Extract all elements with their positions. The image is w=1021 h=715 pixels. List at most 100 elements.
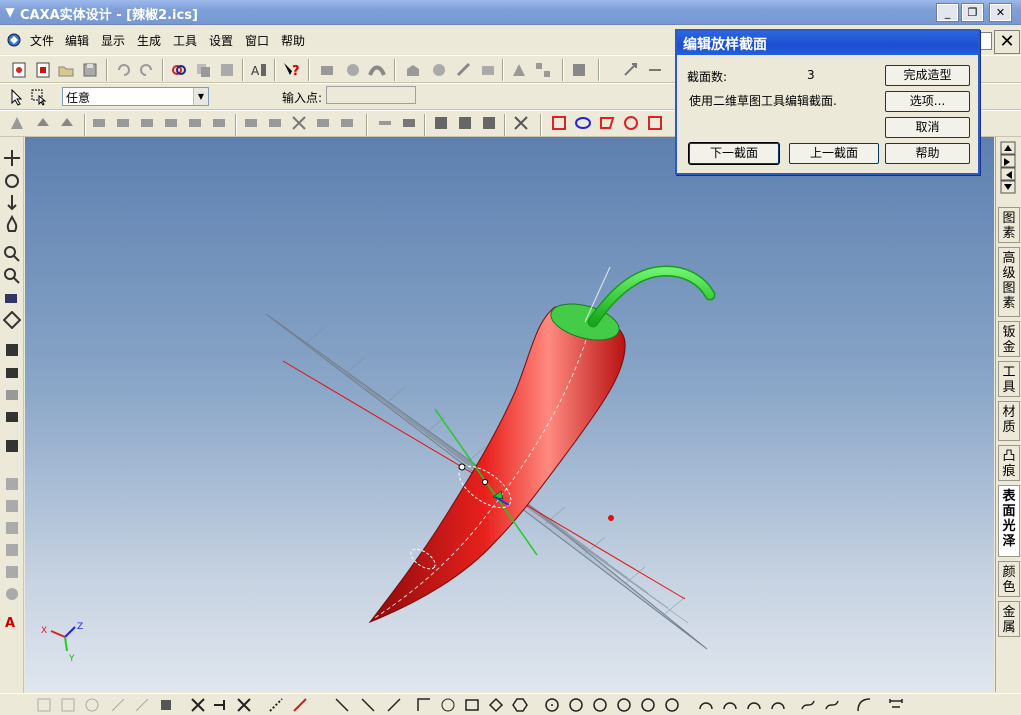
constraint-1-icon[interactable] [268, 697, 284, 713]
save-icon[interactable] [81, 61, 99, 79]
polyline-icon[interactable] [416, 697, 432, 713]
circle-3pt-icon[interactable] [592, 697, 608, 713]
menu-generate[interactable]: 生成 [137, 32, 161, 49]
move-icon[interactable] [622, 61, 640, 79]
arc-3-icon[interactable] [746, 697, 762, 713]
feature-20-icon[interactable] [512, 114, 530, 132]
shape-1-icon[interactable] [3, 475, 21, 493]
feature-17-icon[interactable] [432, 114, 450, 132]
sketch-6-icon[interactable] [158, 697, 174, 713]
menu-edit[interactable]: 编辑 [65, 32, 89, 49]
3d-viewport[interactable]: X Z Y [25, 137, 994, 692]
camera-icon[interactable] [3, 289, 21, 307]
chamfer-icon[interactable] [455, 61, 473, 79]
rotate-icon[interactable] [646, 61, 664, 79]
input-point-field[interactable] [326, 86, 416, 104]
minimize-button[interactable]: _ [936, 3, 959, 22]
render-2-icon[interactable] [3, 363, 21, 381]
design-tree-icon[interactable]: A [250, 61, 268, 79]
sweep-icon[interactable] [368, 61, 386, 79]
menu-view[interactable]: 显示 [101, 32, 125, 49]
fit-view-icon[interactable] [2, 310, 22, 330]
render-3-icon[interactable] [3, 385, 21, 403]
feature-9-icon[interactable] [210, 114, 228, 132]
polygon-6-icon[interactable] [512, 697, 528, 713]
break-icon[interactable] [236, 697, 252, 713]
close-button[interactable]: ✕ [989, 3, 1012, 22]
sketch-5-icon[interactable] [134, 697, 150, 713]
view-5-icon[interactable] [646, 114, 664, 132]
feature-10-icon[interactable] [242, 114, 260, 132]
loft-icon[interactable] [404, 61, 422, 79]
pepper-body[interactable] [368, 306, 626, 624]
sphere-icon[interactable] [3, 585, 21, 603]
constraint-2-icon[interactable] [292, 697, 308, 713]
new-icon[interactable] [10, 61, 28, 79]
select-arrow-icon[interactable] [8, 88, 26, 106]
shell-icon[interactable] [479, 61, 497, 79]
feature-16-icon[interactable] [400, 114, 418, 132]
feature-19-icon[interactable] [480, 114, 498, 132]
arc-2-icon[interactable] [722, 697, 738, 713]
feature-6-icon[interactable] [138, 114, 156, 132]
tab-primitives[interactable]: 图素 [998, 207, 1020, 243]
circle-2pt-icon[interactable] [568, 697, 584, 713]
revolve-icon[interactable] [344, 61, 362, 79]
feature-4-icon[interactable] [90, 114, 108, 132]
feature-15-icon[interactable] [376, 114, 394, 132]
menu-tools[interactable]: 工具 [173, 32, 197, 49]
circle-center-icon[interactable] [544, 697, 560, 713]
tab-advanced-primitives[interactable]: 高级图素 [998, 247, 1020, 317]
sketch-1-icon[interactable] [36, 697, 52, 713]
pan-icon[interactable] [3, 149, 21, 167]
circle-tangent-2-icon[interactable] [640, 697, 656, 713]
shape-2-icon[interactable] [3, 497, 21, 515]
feature-13-icon[interactable] [314, 114, 332, 132]
feature-11-icon[interactable] [266, 114, 284, 132]
arc-4-icon[interactable] [770, 697, 786, 713]
draft-icon[interactable] [510, 61, 528, 79]
next-section-button[interactable]: 下一截面 [688, 142, 780, 165]
sketch-2-icon[interactable] [60, 697, 76, 713]
feature-12-icon[interactable] [290, 114, 308, 132]
document-icon[interactable] [6, 32, 22, 48]
feature-18-icon[interactable] [456, 114, 474, 132]
line-icon[interactable] [334, 697, 350, 713]
walk-icon[interactable] [3, 193, 21, 211]
filter-select[interactable]: 任意 ▼ [62, 87, 209, 106]
tab-tools[interactable]: 工具 [998, 361, 1020, 397]
circle-tangent-icon[interactable] [616, 697, 632, 713]
arc-1-icon[interactable] [698, 697, 714, 713]
view-2-icon[interactable] [574, 114, 592, 132]
text-icon[interactable]: A [3, 613, 21, 631]
select-box-icon[interactable] [30, 88, 48, 106]
sketch-3-icon[interactable] [84, 697, 100, 713]
link-icon[interactable] [170, 61, 188, 79]
feature-7-icon[interactable] [162, 114, 180, 132]
feature-14-icon[interactable] [338, 114, 356, 132]
new-drawing-icon[interactable] [34, 61, 52, 79]
trim-icon[interactable] [190, 697, 206, 713]
split-icon[interactable] [570, 61, 588, 79]
redo-icon[interactable] [138, 61, 156, 79]
offset-icon[interactable] [440, 697, 456, 713]
feature-2-icon[interactable] [34, 114, 52, 132]
properties-icon[interactable] [218, 61, 236, 79]
restore-button[interactable]: ❐ [961, 3, 984, 22]
menu-settings[interactable]: 设置 [209, 32, 233, 49]
hand-icon[interactable] [3, 214, 21, 233]
catalog-scroll-arrows[interactable] [1000, 141, 1016, 195]
rectangle-icon[interactable] [464, 697, 480, 713]
copy-icon[interactable] [194, 61, 212, 79]
render-1-icon[interactable] [3, 341, 21, 359]
open-icon[interactable] [57, 61, 75, 79]
section-handle-2[interactable] [482, 479, 488, 485]
dimension-icon[interactable] [888, 697, 904, 713]
fillet-icon[interactable] [430, 61, 448, 79]
tangent-line-icon[interactable] [360, 697, 376, 713]
extrude-icon[interactable] [318, 61, 336, 79]
zoom-icon[interactable] [3, 245, 21, 263]
axis-endpoint[interactable] [608, 515, 614, 521]
chevron-down-icon[interactable]: ▼ [193, 88, 208, 105]
tab-surface-finish[interactable]: 表面光泽 [998, 485, 1020, 557]
